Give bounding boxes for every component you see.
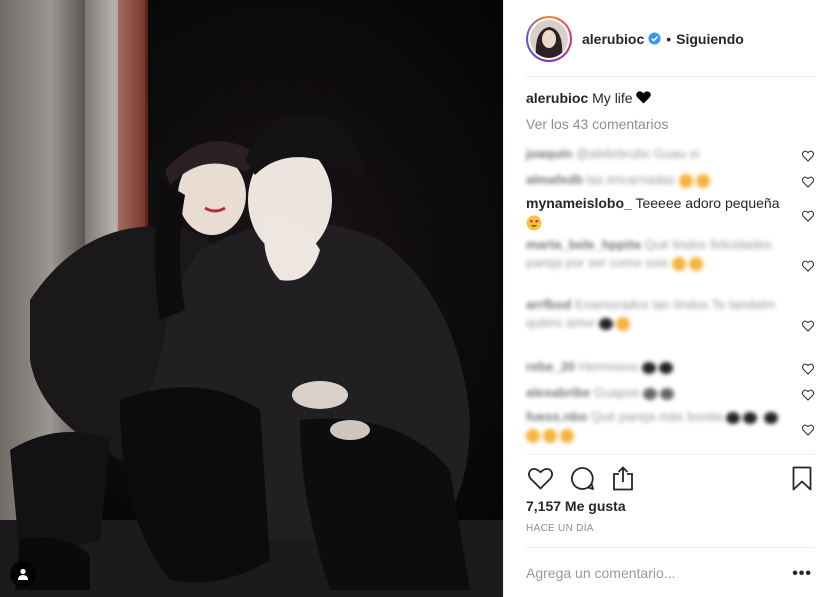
list-item: fuess.nbo Qué pareja más bonita bbox=[526, 408, 786, 446]
caption-username[interactable]: alerubioc bbox=[526, 90, 588, 106]
share-icon bbox=[613, 465, 633, 490]
small-heart-icon[interactable] bbox=[802, 389, 814, 401]
list-item: arrfbod Enamorados tan lindos Te también… bbox=[526, 296, 786, 350]
comment-username[interactable]: alexabribe bbox=[526, 385, 590, 400]
comment-username[interactable]: fuess.nbo bbox=[526, 409, 587, 424]
small-heart-icon[interactable] bbox=[802, 424, 814, 436]
comment-text: las encarnadas bbox=[586, 172, 675, 187]
comment-text: Teeeee adoro pequeña bbox=[635, 195, 780, 211]
small-heart-icon[interactable] bbox=[802, 260, 814, 272]
comment-text: Hermosos bbox=[578, 359, 639, 374]
view-all-comments-link[interactable]: Ver los 43 comentarios bbox=[526, 115, 816, 133]
like-heart-icon bbox=[527, 467, 553, 489]
list-item: alexabribe Guapos bbox=[526, 384, 816, 402]
more-options-button[interactable]: ••• bbox=[792, 565, 812, 583]
post-photo[interactable] bbox=[0, 0, 503, 597]
comment-button[interactable] bbox=[568, 464, 596, 492]
list-item: joaquín @alebrbrubc Guau sí bbox=[526, 145, 816, 163]
list-item: rebe_20 Hermosos bbox=[526, 358, 816, 376]
post-image bbox=[0, 0, 503, 597]
comment-username[interactable]: marta_bele_hppita bbox=[526, 237, 641, 252]
following-button[interactable]: Siguiendo bbox=[676, 31, 744, 47]
comment-username[interactable]: joaquín bbox=[526, 146, 572, 161]
bookmark-icon bbox=[792, 466, 812, 490]
comment-username[interactable]: arrfbod bbox=[526, 297, 572, 312]
divider bbox=[526, 547, 814, 548]
small-heart-icon[interactable] bbox=[802, 176, 814, 188]
comments-section: alerubioc My life Ver los 43 comentarios bbox=[526, 88, 816, 133]
post-header: alerubioc • Siguiendo bbox=[504, 0, 822, 77]
comment-username[interactable]: almafedb bbox=[526, 172, 583, 187]
post-username[interactable]: alerubioc bbox=[582, 31, 644, 47]
comment-icon bbox=[570, 466, 594, 490]
list-item: mynameislobo_ Teeeee adoro pequeña bbox=[526, 194, 796, 236]
likes-count[interactable]: 7,157 Me gusta bbox=[526, 498, 626, 514]
small-heart-icon[interactable] bbox=[802, 363, 814, 375]
user-tag-icon bbox=[18, 568, 28, 580]
post-details-panel: alerubioc • Siguiendo alerubioc My life … bbox=[503, 0, 822, 597]
bookmark-button[interactable] bbox=[788, 464, 816, 492]
small-heart-icon[interactable] bbox=[802, 150, 814, 162]
comment-text: @alebrbrubc Guau sí bbox=[575, 146, 700, 161]
verified-icon bbox=[648, 32, 661, 45]
comment-username[interactable]: rebe_20 bbox=[526, 359, 575, 374]
more-dots-icon: ••• bbox=[792, 565, 812, 582]
share-button[interactable] bbox=[609, 464, 637, 492]
avatar[interactable] bbox=[526, 15, 572, 62]
comment-text: Guapos bbox=[593, 385, 640, 400]
caption-text: My life bbox=[592, 90, 633, 106]
small-heart-icon[interactable] bbox=[802, 210, 814, 222]
comment-username[interactable]: mynameislobo_ bbox=[526, 195, 632, 211]
list-item: almafedb las encarnadas bbox=[526, 171, 816, 189]
caption: alerubioc My life bbox=[526, 88, 816, 108]
user-tag-button[interactable] bbox=[10, 561, 36, 587]
add-comment-input[interactable]: Agrega un comentario... bbox=[526, 565, 675, 581]
black-heart-icon bbox=[636, 91, 652, 104]
header-separator: • bbox=[666, 30, 672, 47]
post-date: HACE UN DÍA bbox=[526, 523, 594, 534]
avatar-image bbox=[530, 19, 568, 58]
small-heart-icon[interactable] bbox=[802, 320, 814, 332]
action-bar bbox=[526, 464, 816, 492]
list-item: marta_bele_hppita Qué lindos felicidades… bbox=[526, 236, 786, 290]
divider bbox=[526, 454, 814, 455]
heart-eyes-emoji-icon bbox=[526, 215, 542, 231]
comment-text: Qué pareja más bonita bbox=[591, 409, 723, 424]
like-button[interactable] bbox=[526, 464, 554, 492]
